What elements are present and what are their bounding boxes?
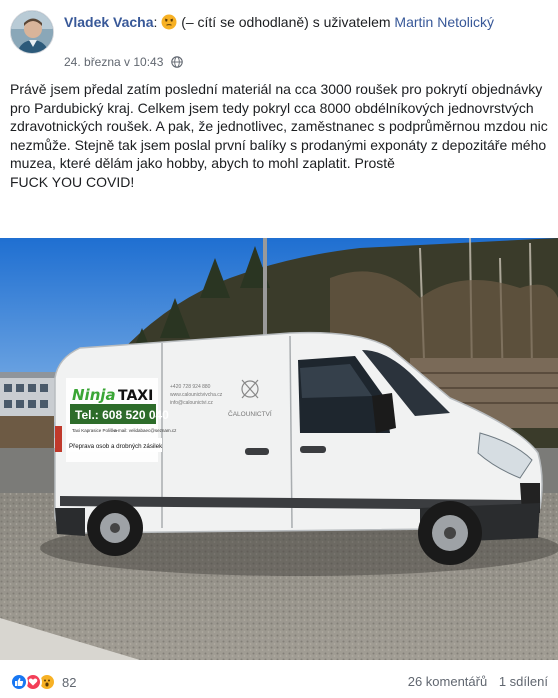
shares-link[interactable]: 1 sdílení [499, 674, 548, 689]
door-phone-text: +420 728 924 880 [170, 384, 211, 390]
post-timestamp[interactable]: 24. března v 10:43 [64, 55, 163, 69]
van-small-text-2: e-mail: velidabaec@seznam.cz [114, 428, 177, 433]
van-brand-text: Ninja [72, 386, 116, 404]
reaction-count: 82 [62, 674, 77, 690]
determined-emoji-icon [161, 14, 177, 30]
post-photo[interactable]: Ninja TAXI Tel.: 608 520 040 Taxi Kapras… [0, 238, 558, 660]
author-line: Vladek Vacha: (– cítí se odhodlaně) s už… [64, 14, 495, 30]
feeling-text: (– cítí se odhodlaně) s uživatelem [181, 14, 391, 30]
post-footer: 82 26 komentářů 1 sdílení [0, 664, 558, 698]
globe-icon[interactable] [171, 56, 183, 72]
reactions-summary[interactable]: 82 [10, 672, 76, 692]
tagged-user-link[interactable]: Martin Netolický [394, 14, 494, 30]
comments-link[interactable]: 26 komentářů [408, 674, 488, 689]
van-phone-text: Tel.: 608 520 040 [75, 408, 169, 422]
van-small-text-1: Taxi Kaprasice Poliška [72, 428, 118, 433]
like-icon [10, 673, 28, 691]
van-brand-word-text: TAXI [118, 388, 153, 404]
author-avatar[interactable] [10, 10, 54, 54]
author-name[interactable]: Vladek Vacha [64, 14, 154, 30]
door-email-text: info@calounictvi.cz [170, 400, 213, 406]
door-web-text: www.calounictvivcha.cz [170, 392, 223, 398]
post-stats: 26 komentářů 1 sdílení [400, 674, 548, 689]
door-logo-text: ČALOUNICTVÍ [228, 409, 272, 418]
post-header: Vladek Vacha: (– cítí se odhodlaně) s už… [0, 0, 558, 70]
post-body-text: Právě jsem předal zatím poslední materiá… [10, 81, 548, 190]
van-service-text: Přeprava osob a drobných zásilek [69, 443, 163, 450]
post-meta: 24. března v 10:43 [64, 54, 183, 72]
